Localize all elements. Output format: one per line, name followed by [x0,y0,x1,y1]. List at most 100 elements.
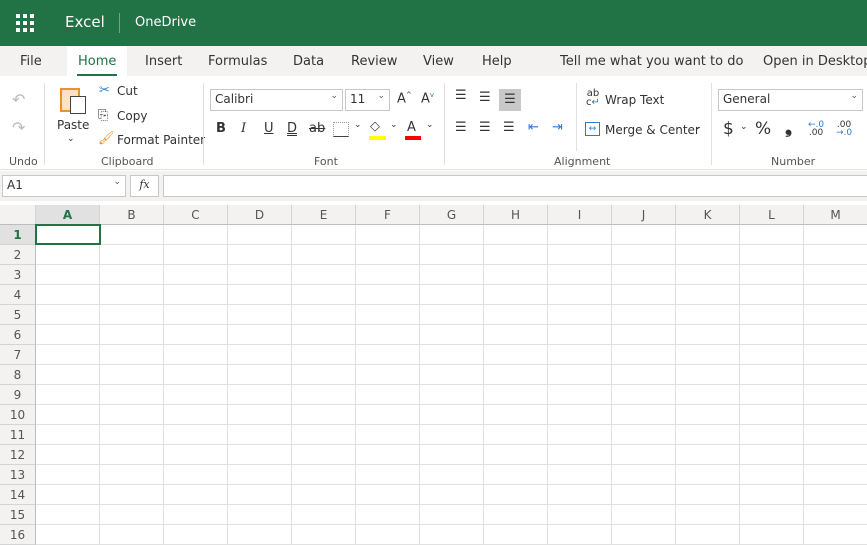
row-header-6[interactable]: 6 [0,325,36,345]
row-header-11[interactable]: 11 [0,425,36,445]
number-format-value: General [723,92,771,106]
row-header-12[interactable]: 12 [0,445,36,465]
tell-me-search[interactable]: Tell me what you want to do [560,54,743,69]
paste-button[interactable]: Paste [57,118,89,132]
name-box[interactable]: A1 ⌄ [2,175,126,197]
row-header-14[interactable]: 14 [0,485,36,505]
format-painter-icon: 🖌 [98,131,115,146]
increase-font-size-icon[interactable]: A^ [397,91,412,106]
column-header-G[interactable]: G [420,205,484,225]
paste-icon[interactable] [60,86,88,114]
waffle-icon[interactable] [16,14,34,32]
font-size-dropdown[interactable]: 11 ⌄ [345,89,390,111]
format-painter-button[interactable]: Format Painter [117,133,205,147]
ribbon-tabs: File Home Insert Formulas Data Review Vi… [0,46,867,76]
font-name-dropdown[interactable]: Calibri ⌄ [210,89,343,111]
decrease-indent-icon[interactable]: ⇤ [528,120,539,135]
align-left-icon[interactable]: ☰ [455,120,467,135]
column-header-J[interactable]: J [612,205,676,225]
percent-button[interactable]: % [755,119,771,139]
chevron-down-icon[interactable]: ⌄ [354,120,362,130]
tab-file[interactable]: File [20,54,42,69]
tab-data[interactable]: Data [293,54,324,69]
increase-indent-icon[interactable]: ⇥ [552,120,563,135]
location-link[interactable]: OneDrive [135,15,196,30]
tab-view[interactable]: View [423,54,454,69]
row-header-3[interactable]: 3 [0,265,36,285]
row-header-7[interactable]: 7 [0,345,36,365]
app-name[interactable]: Excel [65,13,105,31]
chevron-down-icon[interactable]: ⌄ [67,134,75,144]
fill-color-icon[interactable]: ◇ [370,119,380,134]
group-label-font: Font [314,155,338,168]
chevron-down-icon: ⌄ [850,91,858,101]
active-cell[interactable] [35,224,101,245]
column-header-A[interactable]: A [36,205,100,225]
group-label-number: Number [771,155,816,168]
column-header-D[interactable]: D [228,205,292,225]
column-header-E[interactable]: E [292,205,356,225]
row-header-13[interactable]: 13 [0,465,36,485]
wrap-text-button[interactable]: Wrap Text [605,93,664,107]
row-header-15[interactable]: 15 [0,505,36,525]
column-header-B[interactable]: B [100,205,164,225]
group-label-undo: Undo [9,155,38,168]
row-header-9[interactable]: 9 [0,385,36,405]
column-header-F[interactable]: F [356,205,420,225]
strikethrough-button[interactable]: ab [309,121,325,136]
align-center-icon[interactable]: ☰ [479,120,491,135]
bottom-align-icon[interactable]: ☰ [499,89,521,111]
tab-home[interactable]: Home [67,46,128,76]
open-in-desktop-app[interactable]: Open in Desktop App [763,54,867,69]
number-format-dropdown[interactable]: General ⌄ [718,89,863,111]
row-header-4[interactable]: 4 [0,285,36,305]
row-header-10[interactable]: 10 [0,405,36,425]
tab-help[interactable]: Help [482,54,512,69]
row-header-2[interactable]: 2 [0,245,36,265]
middle-align-icon[interactable]: ☰ [479,90,491,105]
chevron-down-icon: ⌄ [113,177,121,187]
highlight-color-swatch [369,136,386,140]
italic-button[interactable]: I [241,121,246,136]
insert-function-button[interactable]: fx [130,175,159,197]
chevron-down-icon[interactable]: ⌄ [390,120,398,130]
borders-icon[interactable] [333,122,349,137]
font-color-button[interactable]: A [407,120,416,135]
chevron-down-icon[interactable]: ⌄ [694,122,702,132]
row-header-16[interactable]: 16 [0,525,36,545]
increase-decimal-icon[interactable]: ←.0.00 [808,121,824,138]
redo-icon[interactable]: ↷ [12,118,25,137]
top-align-icon[interactable]: ☰ [455,88,467,103]
column-header-I[interactable]: I [548,205,612,225]
copy-button[interactable]: Copy [117,109,147,123]
column-header-H[interactable]: H [484,205,548,225]
cut-button[interactable]: Cut [117,84,138,98]
comma-style-button[interactable]: ❟ [785,117,792,138]
divider [711,83,712,165]
row-header-1[interactable]: 1 [0,225,36,245]
tab-insert[interactable]: Insert [145,54,182,69]
column-header-C[interactable]: C [164,205,228,225]
undo-icon[interactable]: ↶ [12,90,25,109]
merge-center-button[interactable]: Merge & Center [605,123,700,137]
column-header-K[interactable]: K [676,205,740,225]
formula-input[interactable] [163,175,867,197]
chevron-down-icon[interactable]: ⌄ [426,120,434,130]
select-all-corner[interactable] [0,205,36,225]
row-header-8[interactable]: 8 [0,365,36,385]
currency-button[interactable]: $ [723,119,734,139]
tab-review[interactable]: Review [351,54,397,69]
underline-button[interactable]: U [264,121,274,136]
align-right-icon[interactable]: ☰ [503,120,515,135]
decrease-decimal-icon[interactable]: .00 →.0 [836,121,852,138]
column-header-M[interactable]: M [804,205,867,225]
column-header-L[interactable]: L [740,205,804,225]
tab-formulas[interactable]: Formulas [208,54,267,69]
bold-button[interactable]: B [216,121,226,136]
cell-area[interactable] [36,225,867,545]
double-underline-button[interactable]: D [287,121,297,136]
decrease-font-size-icon[interactable]: Av [421,91,434,106]
scissors-icon: ✂ [99,83,110,98]
chevron-down-icon[interactable]: ⌄ [740,122,748,132]
row-header-5[interactable]: 5 [0,305,36,325]
